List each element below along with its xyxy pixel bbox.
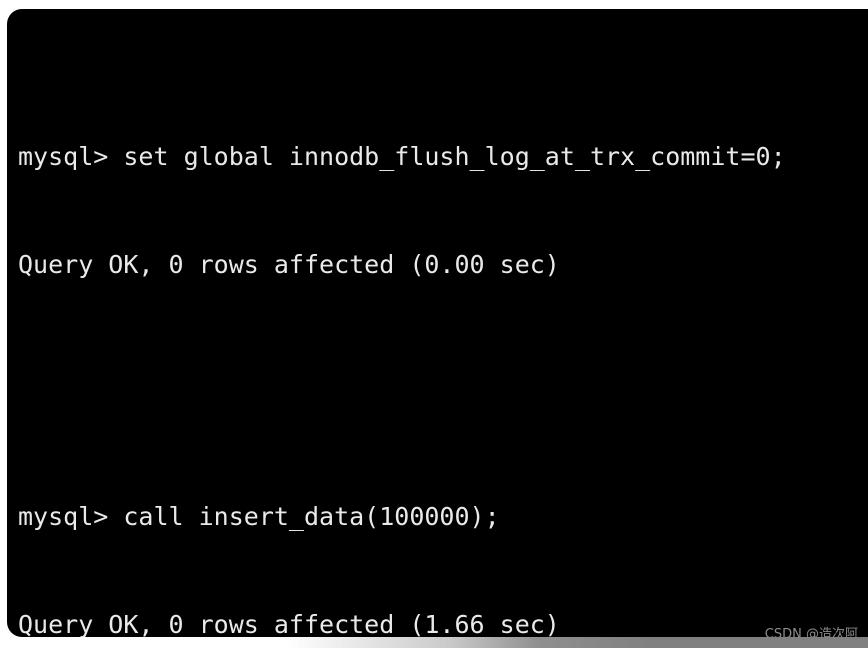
screenshot-root: mysql> set global innodb_flush_log_at_tr…	[0, 0, 868, 648]
csdn-watermark: CSDN @造次阿	[764, 627, 858, 637]
terminal-line: mysql> call insert_data(100000);	[18, 502, 500, 531]
terminal-window[interactable]: mysql> set global innodb_flush_log_at_tr…	[7, 9, 868, 637]
terminal-output: mysql> set global innodb_flush_log_at_tr…	[18, 31, 868, 637]
bottom-edge-strip	[0, 637, 868, 648]
terminal-line: mysql> set global innodb_flush_log_at_tr…	[18, 142, 786, 171]
terminal-line: Query OK, 0 rows affected (1.66 sec)	[18, 610, 560, 637]
terminal-line: Query OK, 0 rows affected (0.00 sec)	[18, 250, 560, 279]
